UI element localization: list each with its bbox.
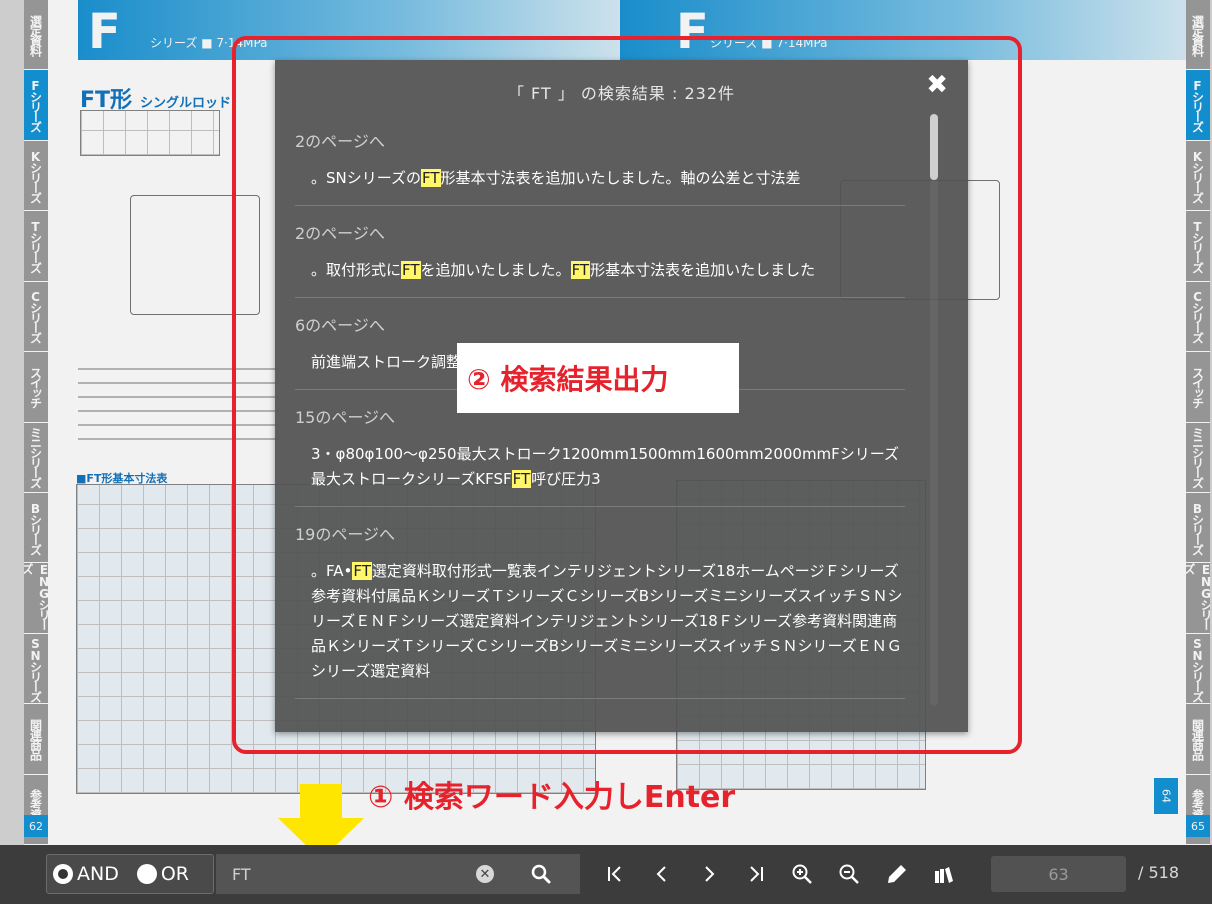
or-radio[interactable]: OR bbox=[136, 863, 190, 885]
pen-icon[interactable] bbox=[882, 859, 912, 889]
next-page-icon[interactable] bbox=[694, 859, 724, 889]
zoom-in-icon[interactable] bbox=[787, 859, 817, 889]
and-radio[interactable]: AND bbox=[53, 863, 119, 885]
radio-checked-icon bbox=[53, 864, 73, 884]
annotation-results-label: ② 検索結果出力 bbox=[457, 343, 739, 413]
search-button[interactable] bbox=[502, 854, 580, 894]
last-page-icon[interactable] bbox=[741, 859, 771, 889]
or-radio-label: OR bbox=[160, 863, 190, 885]
search-box: ✕ bbox=[216, 854, 502, 894]
and-radio-label: AND bbox=[77, 863, 119, 885]
first-page-icon[interactable] bbox=[600, 859, 630, 889]
annotation-input-label: ① 検索ワード入力しEnter bbox=[368, 780, 736, 815]
zoom-out-icon[interactable] bbox=[834, 859, 864, 889]
search-mode-group: AND OR bbox=[46, 854, 214, 894]
search-icon bbox=[531, 864, 551, 884]
total-pages: / 518 bbox=[1138, 863, 1180, 882]
bookshelf-icon[interactable] bbox=[929, 859, 959, 889]
search-input[interactable] bbox=[216, 854, 466, 894]
radio-unchecked-icon bbox=[136, 864, 157, 884]
page-number-input[interactable]: 63 bbox=[991, 856, 1126, 892]
bottom-toolbar: AND OR ✕ 63 / 518 bbox=[0, 845, 1212, 904]
prev-page-icon[interactable] bbox=[647, 859, 677, 889]
clear-icon[interactable]: ✕ bbox=[476, 865, 494, 883]
